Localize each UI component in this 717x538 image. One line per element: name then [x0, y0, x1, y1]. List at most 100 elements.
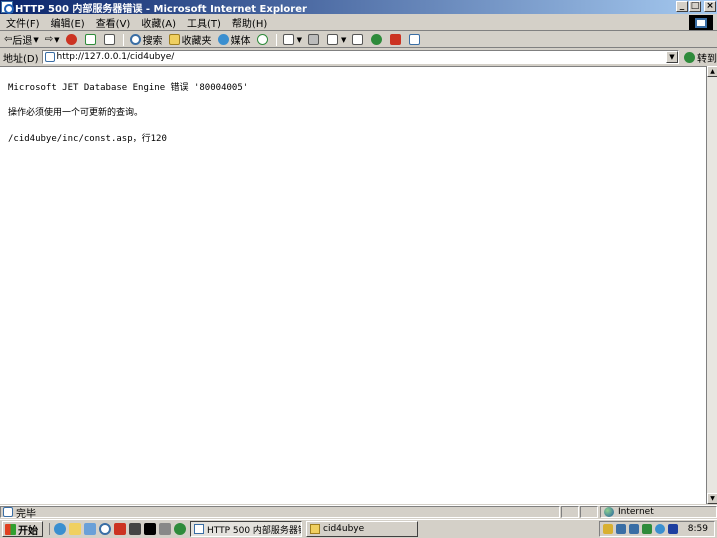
search-button[interactable]: 搜索 — [129, 32, 163, 47]
clock: 8:59 — [687, 524, 708, 534]
menu-favorites[interactable]: 收藏(A) — [135, 15, 181, 30]
go-label: 转到 — [697, 53, 717, 65]
mail-button[interactable]: ▼ — [282, 34, 302, 45]
related-icon — [409, 34, 421, 45]
tray-shield-icon[interactable] — [642, 524, 652, 534]
media-label: 媒体 — [230, 36, 251, 47]
menu-tools[interactable]: 工具(T) — [181, 15, 226, 30]
print-button[interactable] — [307, 34, 321, 45]
tray-user-icon[interactable] — [655, 524, 665, 534]
status-text: 完毕 — [16, 508, 36, 520]
menu-edit[interactable]: 编辑(E) — [45, 15, 90, 30]
terminal-quicklaunch-icon[interactable] — [144, 523, 156, 535]
forward-dropdown-icon[interactable]: ▼ — [54, 36, 59, 44]
menu-view[interactable]: 查看(V) — [90, 15, 136, 30]
status-cell — [561, 506, 579, 518]
search-quicklaunch-icon[interactable] — [99, 523, 111, 535]
window-title: HTTP 500 内部服务器错误 - Microsoft Internet Ex… — [15, 3, 307, 15]
home-icon — [103, 34, 115, 45]
back-arrow-icon: ⇦ — [4, 34, 13, 45]
ie-logo-icon — [1, 1, 14, 14]
menu-file[interactable]: 文件(F) — [0, 15, 45, 30]
stop-icon — [65, 34, 77, 45]
status-panel: 完毕 — [0, 506, 560, 520]
discuss-icon — [352, 34, 364, 45]
refresh-button[interactable] — [84, 34, 98, 45]
discuss-button[interactable] — [352, 34, 365, 45]
favorites-folder-icon — [168, 34, 180, 45]
address-url[interactable]: http://127.0.0.1/cid4ubye/ — [57, 52, 175, 62]
scroll-up-icon[interactable]: ▲ — [707, 66, 717, 77]
input-method-icon[interactable] — [668, 524, 678, 534]
page-done-icon — [3, 507, 13, 517]
ie-page-icon — [194, 524, 204, 534]
address-input[interactable]: http://127.0.0.1/cid4ubye/ ▼ — [41, 50, 679, 64]
back-button[interactable]: ⇦ 后退 ▼ — [4, 32, 39, 47]
ie-quicklaunch-icon[interactable] — [54, 523, 66, 535]
start-button[interactable]: 开始 — [2, 521, 43, 537]
toolbar-separator — [275, 33, 277, 46]
taskbar-item-folder[interactable]: cid4ubye — [306, 521, 418, 537]
status-cell — [580, 506, 598, 518]
page-icon — [44, 52, 55, 62]
stop-button[interactable] — [65, 34, 79, 45]
taskbar-item-label: HTTP 500 内部服务器错... — [207, 525, 301, 536]
taskbar-item-ie[interactable]: HTTP 500 内部服务器错... — [190, 521, 302, 537]
home-button[interactable] — [103, 34, 117, 45]
mail-icon — [282, 34, 294, 45]
favorites-button[interactable]: 收藏夹 — [168, 32, 212, 47]
standard-toolbar: ⇦ 后退 ▼ ⇨ ▼ 搜索 收藏夹 媒体 ▼ ▼ — [0, 32, 717, 48]
vertical-scrollbar[interactable]: ▲ ▼ — [706, 66, 717, 504]
research-button[interactable] — [390, 34, 403, 45]
go-arrow-icon — [684, 51, 695, 63]
status-bar: 完毕 Internet — [0, 505, 717, 520]
internet-globe-icon — [604, 507, 614, 517]
menu-help[interactable]: 帮助(H) — [226, 15, 272, 30]
app-quicklaunch-icon[interactable] — [114, 523, 126, 535]
edit-page-icon — [326, 34, 338, 45]
image-quicklaunch-icon[interactable] — [159, 523, 171, 535]
edit-button[interactable]: ▼ — [326, 34, 346, 45]
go-button[interactable]: 转到 — [684, 50, 717, 65]
back-dropdown-icon[interactable]: ▼ — [33, 36, 38, 44]
messenger-icon — [371, 34, 383, 45]
media-button[interactable]: 媒体 — [217, 32, 251, 47]
edit-dropdown-icon[interactable]: ▼ — [341, 36, 346, 44]
history-button[interactable] — [256, 34, 270, 45]
history-icon — [256, 34, 268, 45]
messenger-button[interactable] — [371, 34, 384, 45]
title-bar: HTTP 500 内部服务器错误 - Microsoft Internet Ex… — [0, 0, 717, 15]
address-bar: 地址(D) http://127.0.0.1/cid4ubye/ ▼ 转到 — [0, 49, 717, 65]
taskbar: 开始 HTTP 500 内部服务器错... cid4ubye 8:59 — [0, 519, 717, 538]
forward-arrow-icon: ⇨ — [44, 34, 54, 45]
address-dropdown-icon[interactable]: ▼ — [666, 51, 678, 63]
folder-search-icon — [310, 524, 320, 534]
window-controls: _ □ × — [676, 1, 716, 12]
address-label: 地址(D) — [3, 53, 39, 65]
zone-label: Internet — [618, 507, 654, 517]
start-label: 开始 — [18, 525, 38, 537]
forward-button[interactable]: ⇨ ▼ — [45, 34, 60, 45]
maximize-button[interactable]: □ — [689, 1, 701, 12]
tray-app-icon[interactable] — [603, 524, 613, 534]
taskbar-item-label: cid4ubye — [323, 524, 365, 534]
search-icon — [129, 34, 141, 45]
quick-launch — [49, 523, 186, 535]
tool-quicklaunch-icon[interactable] — [129, 523, 141, 535]
minimize-button[interactable]: _ — [676, 1, 688, 12]
network-quicklaunch-icon[interactable] — [174, 523, 186, 535]
outlook-quicklaunch-icon[interactable] — [69, 523, 81, 535]
refresh-icon — [84, 34, 96, 45]
tray-network-icon[interactable] — [629, 524, 639, 534]
error-location: /cid4ubye/inc/const.asp，行120 — [8, 134, 167, 144]
tray-network-icon[interactable] — [616, 524, 626, 534]
toolbar-separator — [122, 33, 124, 46]
mail-dropdown-icon[interactable]: ▼ — [297, 36, 302, 44]
close-button[interactable]: × — [704, 1, 716, 12]
desktop-quicklaunch-icon[interactable] — [84, 523, 96, 535]
search-label: 搜索 — [142, 36, 163, 47]
scroll-down-icon[interactable]: ▼ — [707, 493, 717, 504]
related-button[interactable] — [409, 34, 422, 45]
security-zone: Internet — [600, 506, 717, 518]
windows-logo-icon — [5, 523, 16, 535]
